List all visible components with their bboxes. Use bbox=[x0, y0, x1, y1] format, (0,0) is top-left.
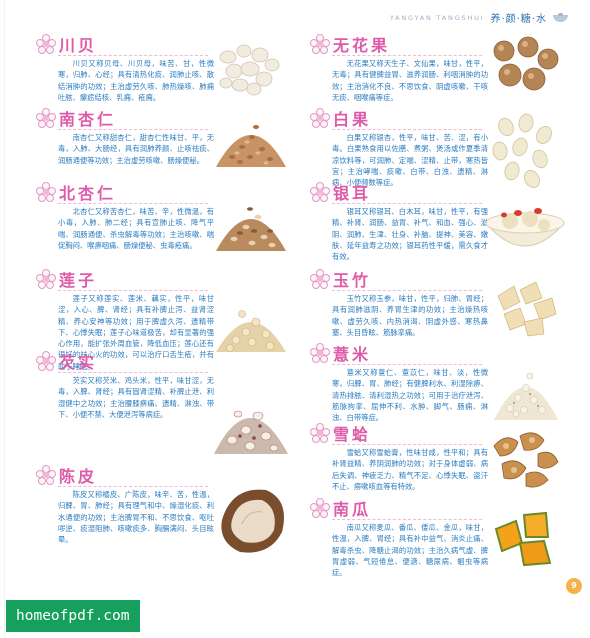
entry-title: 莲子 bbox=[59, 271, 98, 290]
page-spine-shadow bbox=[4, 0, 5, 638]
flower-icon bbox=[310, 182, 330, 202]
entry-title: 薏米 bbox=[333, 345, 372, 364]
header-chinese-title: 养·颜·糖·水 bbox=[490, 14, 547, 25]
entry-description: 南瓜又称麦瓜、番瓜、倭瓜、金瓜，味甘，性温，入脾、胃经；具有补中益气、消炎止痛、… bbox=[332, 523, 488, 578]
flower-icon bbox=[36, 34, 56, 54]
flower-icon bbox=[310, 498, 330, 518]
entry-title: 芡实 bbox=[59, 353, 98, 372]
tangerine-peel-image bbox=[221, 489, 284, 553]
entry-title: 雪蛤 bbox=[333, 425, 372, 444]
entry-title: 银耳 bbox=[333, 184, 372, 203]
title-divider bbox=[58, 290, 208, 292]
dried-figs-image bbox=[493, 36, 559, 91]
page-number-badge: 9 bbox=[566, 578, 582, 594]
entry-title: 白果 bbox=[333, 110, 372, 129]
flower-icon bbox=[36, 269, 56, 289]
flower-icon bbox=[310, 423, 330, 443]
chuanbei-image bbox=[219, 44, 280, 96]
entry-description: 玉竹又称玉参，味甘，性平，归肺、胃经；具有润肺滋阴、养胃生津的功效；主治燥热咳嗽… bbox=[332, 294, 488, 337]
title-divider bbox=[332, 444, 482, 446]
entry-title-row: 川贝 bbox=[36, 33, 97, 55]
entry-title: 陈皮 bbox=[59, 467, 98, 486]
entry-title: 无花果 bbox=[333, 36, 391, 55]
title-divider bbox=[58, 372, 208, 374]
entry-title-row: 莲子 bbox=[36, 268, 97, 290]
title-divider bbox=[58, 203, 208, 205]
entry-title-row: 北杏仁 bbox=[36, 181, 116, 203]
title-divider bbox=[58, 486, 208, 488]
lotus-seeds-image bbox=[216, 310, 286, 352]
entry-title: 南杏仁 bbox=[59, 110, 117, 129]
page-header: YANGYAN TANGSHUI 养·颜·糖·水 bbox=[390, 10, 568, 25]
entry-title: 玉竹 bbox=[333, 271, 372, 290]
entry-title: 南瓜 bbox=[333, 500, 372, 519]
entry-title-row: 薏米 bbox=[310, 342, 371, 364]
entry-title-row: 芡实 bbox=[36, 350, 97, 372]
entry-title: 川贝 bbox=[59, 36, 98, 55]
entry-title-row: 白果 bbox=[310, 107, 371, 129]
entry-description: 无花果又称天生子、文仙果，味甘，性平，无毒；具有健脾益胃、滋养润肠、利咽消肿的功… bbox=[332, 59, 488, 102]
flower-icon bbox=[36, 108, 56, 128]
entry-title: 北杏仁 bbox=[59, 184, 117, 203]
flower-icon bbox=[36, 182, 56, 202]
entry-description: 银耳又称银耳、白木耳，味甘，性平，有强精、补肾、润肠、益胃、补气、和血、强心、滋… bbox=[332, 207, 488, 262]
bowl-icon bbox=[553, 12, 568, 23]
flower-icon bbox=[310, 108, 330, 128]
watermark-label: homeofpdf.com bbox=[6, 600, 140, 632]
flower-icon bbox=[310, 343, 330, 363]
header-latin-title: YANGYAN TANGSHUI bbox=[389, 13, 485, 22]
entry-description: 川贝又称贝母、川贝母，味苦、甘，性微寒，归肺、心经；具有清热化痰、润肺止咳、散结… bbox=[58, 59, 214, 102]
entry-description: 雪蛤又称雪蛤膏，性味甘咸，性平和；具有补肾益精、养阴润肺的功效；对于身体虚弱、病… bbox=[332, 448, 488, 491]
entry-title-row: 陈皮 bbox=[36, 464, 97, 486]
entry-description: 芡实又称芡米、鸡头米，性平，味甘涩，无毒，入脾、肾经；具有固肾涩精、补脾止泄、利… bbox=[58, 376, 214, 419]
pumpkin-pieces-image bbox=[494, 511, 552, 567]
entry-description: 南杏仁又称甜杏仁，甜杏仁性味甘、平，无毒，入肺、大肠经，具有润肺养颜、止咳祛痰、… bbox=[58, 133, 214, 165]
title-divider bbox=[58, 129, 208, 131]
title-divider bbox=[58, 55, 208, 57]
flower-icon bbox=[310, 34, 330, 54]
entry-description: 陈皮又称橘皮、广陈皮，味辛、苦，性温，归脾、胃、肺经；具有理气和中、燥湿化痰、利… bbox=[58, 490, 214, 545]
entry-description: 薏米又称薏仁、薏苡仁，味甘、淡，性微寒，归脾、胃、肺经；有健脾利水、利湿除痹、清… bbox=[332, 368, 488, 423]
title-divider bbox=[332, 55, 482, 57]
entry-title-row: 雪蛤 bbox=[310, 422, 371, 444]
polygonatum-slices-image bbox=[497, 281, 557, 337]
title-divider bbox=[332, 290, 482, 292]
euryale-seeds-image bbox=[214, 410, 288, 454]
white-fungus-soup-image bbox=[484, 208, 566, 247]
title-divider bbox=[332, 519, 482, 521]
entry-title-row: 南杏仁 bbox=[36, 107, 116, 129]
flower-icon bbox=[36, 465, 56, 485]
entry-title-row: 南瓜 bbox=[310, 497, 371, 519]
ginkgo-nuts-image bbox=[492, 113, 552, 188]
snow-frog-fat-image bbox=[493, 432, 559, 488]
flower-icon bbox=[36, 351, 56, 371]
entry-title-row: 无花果 bbox=[310, 33, 390, 55]
entry-title-row: 玉竹 bbox=[310, 268, 371, 290]
title-divider bbox=[332, 203, 482, 205]
entry-title-row: 银耳 bbox=[310, 181, 371, 203]
job-tears-image bbox=[494, 372, 558, 420]
bitter-apricot-kernels-image bbox=[216, 207, 286, 251]
sweet-apricot-kernels-image bbox=[216, 125, 286, 167]
title-divider bbox=[332, 129, 482, 131]
title-divider bbox=[332, 364, 482, 366]
entry-description: 北杏仁又称苦杏仁，味苦、辛，性微温，有小毒，入肺、肺二经；具有宣肺止咳、降气平喘… bbox=[58, 207, 214, 250]
flower-icon bbox=[310, 269, 330, 289]
